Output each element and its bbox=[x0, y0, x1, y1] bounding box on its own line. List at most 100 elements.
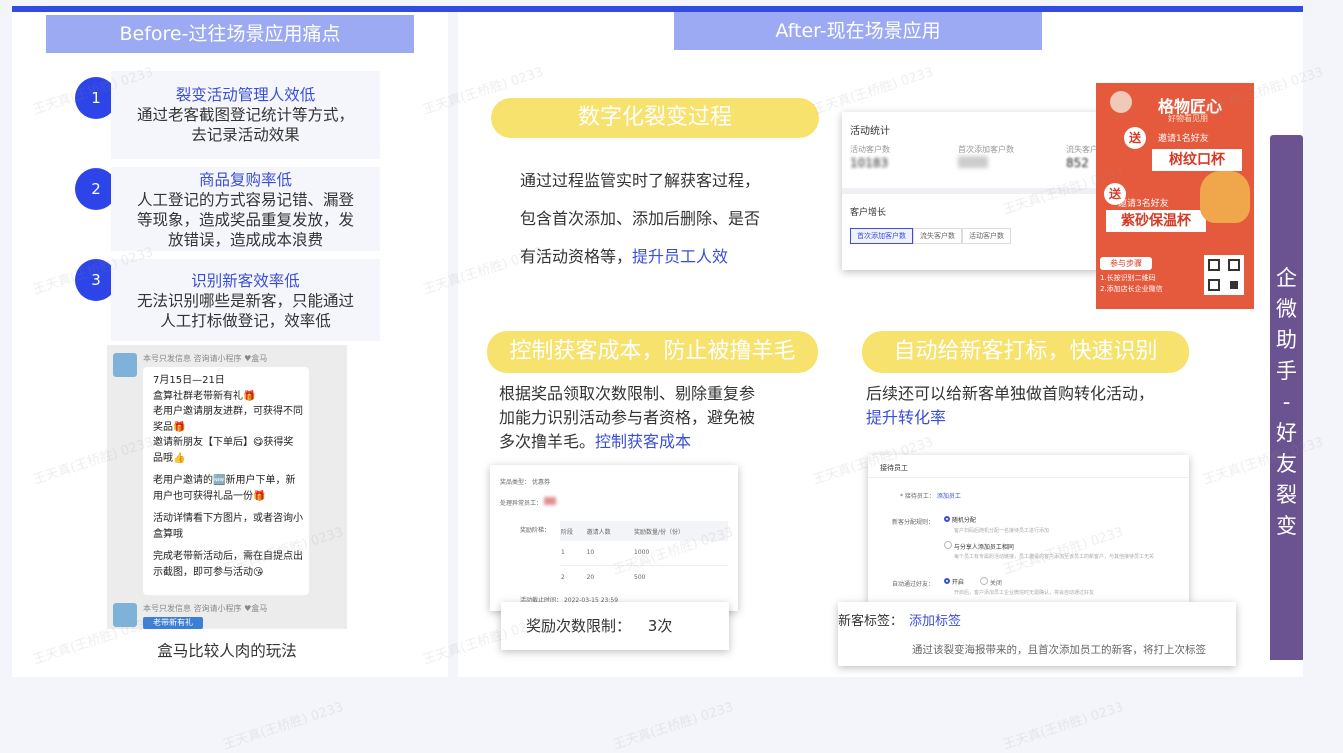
radio-option[interactable]: 随机分配 bbox=[944, 515, 976, 524]
table-cell: 1000 bbox=[634, 549, 650, 557]
divider bbox=[842, 188, 1119, 194]
table-header-cell: 阶段 bbox=[561, 528, 574, 536]
staff-config-card: 接待员工 * 接待员工： 添加员工 新客分配规则： 随机分配 客户扫码后随机分配… bbox=[868, 455, 1189, 603]
desc-line: 后续还可以给新客单独做首购转化活动， bbox=[866, 384, 1155, 403]
highlight-link: 提升转化率 bbox=[866, 408, 947, 427]
overlay-desc: 通过该裂变海报带来的，且首次添加员工的新客，将打上次标签 bbox=[912, 644, 1206, 656]
card-title: 活动统计 bbox=[850, 126, 890, 137]
qr-code-icon bbox=[1204, 255, 1244, 295]
radio-label: 开启 bbox=[951, 579, 964, 586]
chat-line: 邀请新朋友【下单后】😋获得奖品哦👍 bbox=[153, 437, 294, 464]
steps-title: 参与步骤 bbox=[1100, 257, 1152, 270]
table-cell: 10 bbox=[586, 549, 595, 557]
stat-label: 活动客户数 bbox=[850, 145, 890, 154]
growth-tabs: 首次添加客户数 流失客户数 活动客户数 bbox=[850, 228, 1011, 244]
tag-row: 新客标签： 添加标签 bbox=[838, 610, 961, 629]
side-char: 好 bbox=[1276, 421, 1297, 445]
table-cell: 20 bbox=[586, 573, 595, 581]
form-row: 奖品类型： 优惠券 bbox=[500, 477, 550, 486]
option-desc: 客户扫码后随机分配一名接待员工进行添加 bbox=[954, 528, 1050, 534]
pain-body-line: 放错误，造成成本浪费 bbox=[167, 231, 323, 249]
poster-steps: 1.长按识别二维码 2.添加店长企业微信 bbox=[1100, 273, 1163, 295]
table-cell: 500 bbox=[634, 573, 646, 581]
form-label: 处理异常员工： bbox=[500, 500, 543, 507]
stat-value: 10183 bbox=[850, 156, 889, 170]
desc-text: 多次撸羊毛。 bbox=[499, 432, 596, 451]
side-char: - bbox=[1282, 390, 1291, 414]
section-description: 后续还可以给新客单独做首购转化活动， 提升转化率 bbox=[866, 382, 1154, 430]
stat-value-blurred bbox=[958, 156, 988, 168]
before-panel: Before-过往场景应用痛点 1 裂变活动管理人效低 通过老客截图登记统计等方… bbox=[12, 12, 448, 677]
tiger-illustration bbox=[1200, 171, 1250, 223]
reward-limit-card: 奖品类型： 优惠券 处理异常员工： 奖励阶梯： 阶段 邀请人数 奖励数量/份（份… bbox=[490, 465, 738, 611]
auto-label: 自动通过好友： bbox=[892, 581, 935, 588]
desc-text: 有活动资格等， bbox=[520, 247, 633, 266]
desc-line: 有活动资格等，提升员工人效 bbox=[520, 238, 760, 276]
divider bbox=[868, 477, 1189, 478]
toggle-off[interactable]: 关闭 bbox=[980, 577, 1002, 587]
side-char: 变 bbox=[1276, 514, 1297, 538]
toggle-on[interactable]: 开启 bbox=[944, 577, 964, 586]
section-pill-digital-fission: 数字化裂变过程 bbox=[491, 98, 819, 138]
pain-body-line: 等现象，造成奖品重复发放，发 bbox=[136, 211, 354, 229]
pain-title: 商品复购率低 bbox=[198, 171, 292, 189]
radio-checked-icon bbox=[944, 578, 950, 584]
avatar bbox=[113, 603, 137, 627]
radio-label: 关闭 bbox=[989, 580, 1002, 587]
side-char: 友 bbox=[1276, 452, 1297, 476]
section-description: 根据奖品领取次数限制、剔除重复参 加能力识别活动参与者资格，避免被 多次撸羊毛。… bbox=[499, 382, 755, 454]
chat-bubble: 7月15日—21日 盒算社群老带新有礼🎁 老用户邀请朋友进群，可获得不同奖品🎁 … bbox=[143, 367, 309, 595]
option-desc: 开启后，客户添加员工企业微信时无需确认，将会自动通过好友 bbox=[954, 590, 1095, 596]
chat-line: 老用户邀请朋友进群，可获得不同奖品🎁 bbox=[153, 406, 303, 433]
chat-line: 盒算社群老带新有礼🎁 bbox=[153, 390, 256, 402]
chat-sender: 本号只发信息 咨询请小程序 ♥盒马 bbox=[143, 604, 268, 613]
poster-sub: 好物看见朋 bbox=[1168, 114, 1208, 123]
overlay-label: 奖励次数限制： bbox=[526, 617, 632, 635]
highlight-link: 提升员工人效 bbox=[632, 247, 729, 266]
overlay-label: 新客标签： bbox=[838, 614, 904, 629]
side-char: 助 bbox=[1276, 328, 1297, 352]
growth-title: 客户增长 bbox=[850, 208, 887, 218]
tab-churn[interactable]: 流失客户数 bbox=[913, 228, 962, 244]
pain-card-1: 裂变活动管理人效低 通过老客截图登记统计等方式， 去记录活动效果 bbox=[111, 71, 380, 159]
tab-first-add[interactable]: 首次添加客户数 bbox=[850, 228, 913, 244]
watermark: 王天真(王桥胜) 0233 bbox=[1001, 699, 1126, 753]
section-pill-auto-tag: 自动给新客打标，快速识别 bbox=[862, 331, 1189, 373]
table-header-cell: 邀请人数 bbox=[586, 528, 611, 536]
side-char: 手 bbox=[1276, 359, 1297, 383]
tab-active[interactable]: 活动客户数 bbox=[962, 228, 1011, 244]
reward-table: 阶段 邀请人数 奖励数量/份（份） 1 10 1000 2 20 500 bbox=[560, 521, 728, 589]
desc-line: 根据奖品领取次数限制、剔除重复参 bbox=[499, 384, 756, 403]
desc-line: 加能力识别活动参与者资格，避免被 bbox=[499, 408, 756, 427]
desc-line: 通过过程监管实时了解获客过程， bbox=[520, 171, 761, 190]
before-header: Before-过往场景应用痛点 bbox=[46, 15, 414, 53]
desc-line: 包含首次添加、添加后删除、是否 bbox=[520, 209, 761, 228]
poster-step: 1.长按识别二维码 bbox=[1100, 274, 1156, 282]
form-value: 优惠券 bbox=[531, 479, 550, 486]
option-desc: 每个员工有专属的活动链接，员工邀请的客户添加至该员工的新客户，与其他接待员工无关 bbox=[954, 554, 1155, 560]
activity-stats-card: 活动统计 活动客户数 首次添加客户数 流失客户数 10183 852 客户增长 … bbox=[842, 112, 1119, 270]
gift-badge: 送 bbox=[1124, 127, 1146, 149]
form-row: * 接待员工： 添加员工 bbox=[900, 491, 961, 500]
radio-label: 与分享人添加员工相同 bbox=[953, 544, 1014, 551]
after-header: After-现在场景应用 bbox=[674, 12, 1042, 50]
section-pill-cost-control: 控制获客成本，防止被撸羊毛 bbox=[487, 331, 818, 373]
pain-body-line: 人工打标做登记，效率低 bbox=[160, 312, 331, 330]
poster-step: 2.添加店长企业微信 bbox=[1100, 285, 1163, 293]
desc-line: 多次撸羊毛。控制获客成本 bbox=[499, 430, 755, 454]
pain-body-line: 通过老客截图登记统计等方式， bbox=[136, 106, 354, 124]
overlay-value: 3次 bbox=[647, 617, 673, 635]
radio-checked-icon bbox=[944, 516, 950, 522]
add-tag-link[interactable]: 添加标签 bbox=[909, 614, 961, 629]
radio-option[interactable]: 与分享人添加员工相同 bbox=[944, 541, 1014, 551]
chat-line: 7月15日—21日 bbox=[153, 375, 225, 386]
radio-label: 随机分配 bbox=[951, 517, 976, 524]
avatar bbox=[113, 353, 137, 377]
logo-icon bbox=[1110, 91, 1132, 113]
form-label: * 接待员工： bbox=[900, 493, 935, 500]
chat-line: 完成老带新活动后，需在自提点出示截图，即可参与活动😘 bbox=[153, 551, 303, 578]
form-row: 处理异常员工： bbox=[500, 497, 556, 507]
add-staff-link[interactable]: 添加员工 bbox=[937, 493, 961, 500]
watermark: 王天真(王桥胜) 0233 bbox=[611, 699, 736, 753]
table-cell: 2 bbox=[561, 573, 565, 581]
